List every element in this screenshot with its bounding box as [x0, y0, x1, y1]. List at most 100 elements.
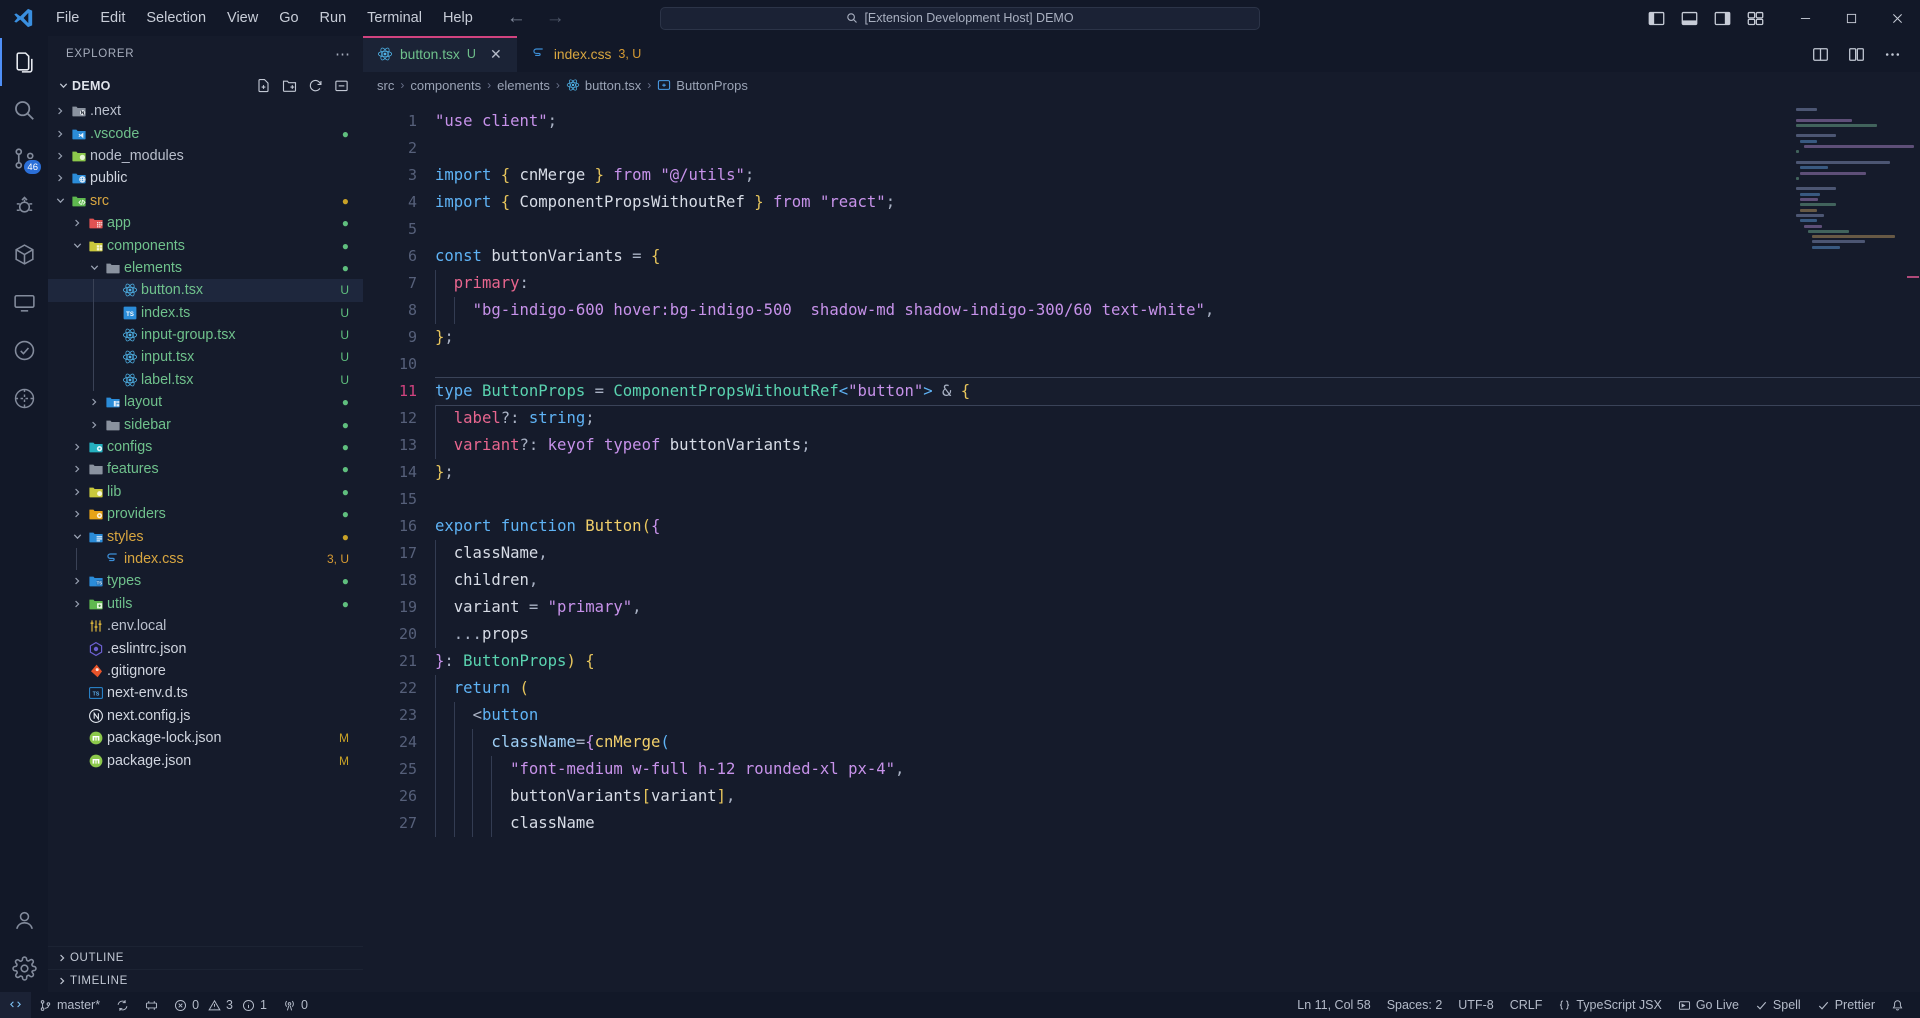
chevron-right-icon[interactable]	[69, 442, 85, 452]
tree-file-button-tsx[interactable]: button.tsx U	[48, 279, 363, 302]
close-icon[interactable]	[1874, 0, 1920, 36]
status-language-mode[interactable]: TypeScript JSX	[1550, 992, 1669, 1018]
code-line[interactable]: variant = "primary",	[435, 594, 1920, 621]
tree-folder-utils[interactable]: utils ●	[48, 593, 363, 615]
toggle-panel-icon[interactable]	[1681, 10, 1698, 27]
customize-layout-icon[interactable]	[1747, 10, 1764, 27]
split-editor-icon[interactable]	[1812, 46, 1829, 63]
tree-folder-styles[interactable]: styles ●	[48, 525, 363, 547]
tree-folder-public[interactable]: public	[48, 167, 363, 189]
chevron-down-icon[interactable]	[52, 195, 68, 206]
menu-selection[interactable]: Selection	[136, 6, 216, 31]
activity-source-control[interactable]: 46	[0, 134, 48, 182]
code-line[interactable]: primary:	[435, 270, 1920, 297]
activity-remote-explorer[interactable]	[0, 278, 48, 326]
chevron-down-icon[interactable]	[69, 531, 85, 542]
code-line[interactable]: export function Button({	[435, 513, 1920, 540]
activity-testing[interactable]	[0, 326, 48, 374]
refresh-icon[interactable]	[308, 78, 323, 93]
chevron-down-icon[interactable]	[69, 240, 85, 251]
code-line[interactable]	[435, 351, 1920, 378]
chevron-right-icon[interactable]	[69, 576, 85, 586]
tree-file-package-lock-json[interactable]: package-lock.json M	[48, 727, 363, 749]
new-folder-icon[interactable]	[282, 78, 297, 93]
tree-file-index-ts[interactable]: TS index.ts U	[48, 301, 363, 324]
status-eol[interactable]: CRLF	[1502, 992, 1551, 1018]
breadcrumb-button-tsx[interactable]: button.tsx	[566, 78, 641, 93]
tree-folder-vscode[interactable]: .vscode ●	[48, 122, 363, 144]
minimize-icon[interactable]	[1782, 0, 1828, 36]
status-problems[interactable]: 0 3 1	[166, 992, 275, 1018]
tree-file-input-tsx[interactable]: input.tsx U	[48, 346, 363, 369]
status-radio-tower[interactable]: 0	[275, 992, 316, 1018]
tree-folder-providers[interactable]: providers ●	[48, 503, 363, 525]
status-encoding[interactable]: UTF-8	[1450, 992, 1501, 1018]
breadcrumb-buttonprops[interactable]: ButtonProps	[657, 78, 748, 93]
status-spell-checker[interactable]: Spell	[1747, 992, 1809, 1018]
menu-edit[interactable]: Edit	[90, 6, 135, 31]
activity-extensions[interactable]	[0, 230, 48, 278]
code-line[interactable]: import { ComponentPropsWithoutRef } from…	[435, 189, 1920, 216]
tree-file-eslintrc-json[interactable]: .eslintrc.json	[48, 637, 363, 659]
tree-file-index-css[interactable]: index.css 3, U	[48, 547, 363, 571]
tree-folder-sidebar[interactable]: sidebar ●	[48, 413, 363, 435]
new-file-icon[interactable]	[256, 78, 271, 93]
file-tree[interactable]: .next .vscode ● node_modules public src ● app ● c…	[48, 100, 363, 946]
breadcrumb-src[interactable]: src	[377, 78, 394, 93]
open-changes-icon[interactable]	[1848, 46, 1865, 63]
maximize-icon[interactable]	[1828, 0, 1874, 36]
status-indentation[interactable]: Spaces: 2	[1379, 992, 1451, 1018]
tree-folder-features[interactable]: features ●	[48, 458, 363, 480]
code-editor[interactable]: 1 2 3 4 5 6 7 8 9 10 11 12 13 14 15 16 17 18 19 20 21 22 23 24 2…	[363, 98, 1920, 992]
tree-folder-lib[interactable]: lib ●	[48, 481, 363, 503]
breadcrumb-components[interactable]: components	[410, 78, 481, 93]
tree-folder-components[interactable]: components ●	[48, 234, 363, 256]
tab-button-tsx[interactable]: button.tsx U ✕	[363, 36, 517, 72]
code-line[interactable]: buttonVariants[variant],	[435, 783, 1920, 810]
tree-folder-types[interactable]: TS types ●	[48, 570, 363, 592]
activity-search[interactable]	[0, 86, 48, 134]
code-line[interactable]	[435, 216, 1920, 243]
chevron-right-icon[interactable]	[69, 464, 85, 474]
tree-folder-src[interactable]: src ●	[48, 190, 363, 212]
status-ports[interactable]	[137, 992, 166, 1018]
status-sync[interactable]	[108, 992, 137, 1018]
tree-file-env-local[interactable]: .env.local	[48, 615, 363, 637]
command-center[interactable]: [Extension Development Host] DEMO	[660, 6, 1260, 30]
tree-file-gitignore[interactable]: .gitignore	[48, 660, 363, 682]
code-line[interactable]: className={cnMerge(	[435, 729, 1920, 756]
workspace-root-row[interactable]: DEMO	[48, 71, 363, 100]
code-content[interactable]: "use client"; import { cnMerge } from "@…	[435, 98, 1920, 992]
code-line[interactable]: import { cnMerge } from "@/utils";	[435, 162, 1920, 189]
menu-bar[interactable]: File Edit Selection View Go Run Terminal…	[46, 6, 483, 31]
status-remote-host[interactable]	[0, 992, 31, 1018]
status-go-live[interactable]: Go Live	[1670, 992, 1747, 1018]
more-actions-icon[interactable]	[1884, 46, 1901, 63]
arrow-right-icon[interactable]: →	[546, 8, 565, 27]
activity-explorer[interactable]	[0, 38, 48, 86]
chevron-right-icon[interactable]	[69, 487, 85, 497]
code-line[interactable]: className,	[435, 540, 1920, 567]
menu-view[interactable]: View	[217, 6, 268, 31]
code-line[interactable]: children,	[435, 567, 1920, 594]
code-line[interactable]	[435, 135, 1920, 162]
code-line[interactable]: type ButtonProps = ComponentPropsWithout…	[435, 377, 1920, 406]
tree-folder-layout[interactable]: layout ●	[48, 391, 363, 413]
chevron-right-icon[interactable]	[52, 106, 68, 116]
tree-folder-app[interactable]: app ●	[48, 212, 363, 234]
chevron-right-icon[interactable]	[86, 420, 102, 430]
activity-docker[interactable]	[0, 374, 48, 422]
code-line[interactable]: "bg-indigo-600 hover:bg-indigo-500 shado…	[435, 297, 1920, 324]
activity-accounts[interactable]	[0, 896, 48, 944]
status-prettier[interactable]: Prettier	[1809, 992, 1883, 1018]
chevron-right-icon[interactable]	[69, 509, 85, 519]
activity-settings[interactable]	[0, 944, 48, 992]
tree-folder-next[interactable]: .next	[48, 100, 363, 122]
menu-run[interactable]: Run	[310, 6, 357, 31]
code-line[interactable]: className	[435, 810, 1920, 837]
tree-file-next-config-js[interactable]: next.config.js	[48, 705, 363, 727]
tree-folder-configs[interactable]: configs ●	[48, 436, 363, 458]
outline-panel-header[interactable]: OUTLINE	[48, 946, 363, 969]
status-branch[interactable]: master*	[31, 992, 108, 1018]
breadcrumb-elements[interactable]: elements	[497, 78, 550, 93]
